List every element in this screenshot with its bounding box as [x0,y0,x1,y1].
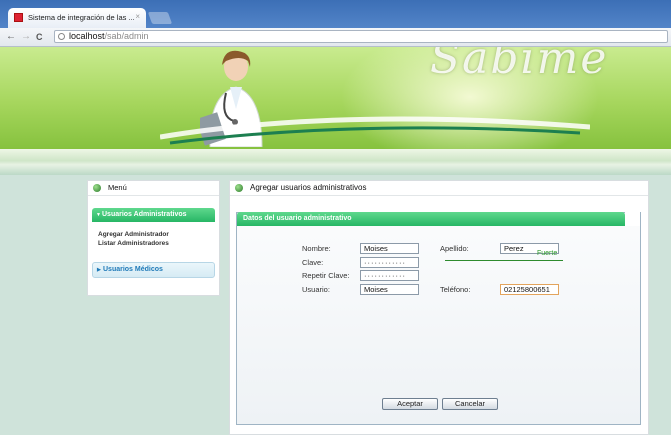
repetir-clave-label: Repetir Clave: [302,271,350,280]
new-tab-button[interactable] [147,12,173,24]
sidebar-menu: Menú ▼ Usuarios Administrativos Agregar … [87,180,220,296]
main-header: Agregar usuarios administrativos [230,181,648,196]
globe-icon [58,33,65,40]
page-title: Agregar usuarios administrativos [250,183,367,192]
globe-bullet-icon [93,184,101,192]
back-arrow-icon[interactable]: ← [6,31,16,43]
telefono-label: Teléfono: [440,285,471,294]
menu-item-listar-administradores[interactable]: Listar Administradores [98,239,215,248]
site-logo: Sabime [430,47,609,84]
close-icon[interactable]: × [135,12,140,21]
globe-bullet-icon [235,184,243,192]
decorative-stripe [0,149,671,175]
password-strength-meter [445,260,563,261]
page-favicon-icon [14,13,23,22]
chevron-down-icon: ▼ [96,212,101,218]
cancelar-button[interactable]: Cancelar [442,398,498,410]
menu-item-agregar-administrador[interactable]: Agregar Administrador [98,230,215,239]
nombre-label: Nombre: [302,244,331,253]
url-host: localhost [69,31,105,41]
forward-arrow-icon[interactable]: → [21,31,31,43]
accordion-usuarios-administrativos[interactable]: ▼ Usuarios Administrativos [92,208,215,222]
usuario-label: Usuario: [302,285,330,294]
banner-swoosh [160,116,590,145]
nombre-field[interactable] [360,243,419,254]
chevron-right-icon: ▶ [97,267,101,273]
admin-user-form: Datos del usuario administrativo Nombre:… [236,212,641,425]
password-strength-label: Fuerte [537,250,558,257]
repetir-clave-field[interactable] [360,270,419,281]
aceptar-button[interactable]: Aceptar [382,398,438,410]
sidebar-header: Menú [88,181,219,196]
form-tab: Datos del usuario administrativo [237,212,625,226]
browser-toolbar: ← → C localhost/sab/admin [0,28,671,47]
accordion-label: Usuarios Administrativos [102,211,187,218]
header-banner: Sabime [0,47,671,149]
usuario-field[interactable] [360,284,419,295]
browser-tab-strip: Sistema de integración de las ... × [0,0,671,28]
telefono-field[interactable] [500,284,559,295]
reload-icon[interactable]: C [36,31,43,43]
sidebar-title: Menú [108,183,127,192]
address-bar[interactable]: localhost/sab/admin [54,30,668,43]
clave-label: Clave: [302,258,324,267]
accordion-label: Usuarios Médicos [103,266,163,273]
tab-title: Sistema de integración de las ... [28,13,135,22]
browser-tab[interactable]: Sistema de integración de las ... × [8,8,146,28]
accordion-usuarios-medicos[interactable]: ▶ Usuarios Médicos [92,262,215,278]
accordion-content: Agregar Administrador Listar Administrad… [92,222,215,262]
apellido-label: Apellido: [440,244,469,253]
main-panel: Agregar usuarios administrativos Datos d… [229,180,649,435]
url-path: /sab/admin [104,31,149,41]
clave-field[interactable] [360,257,419,268]
